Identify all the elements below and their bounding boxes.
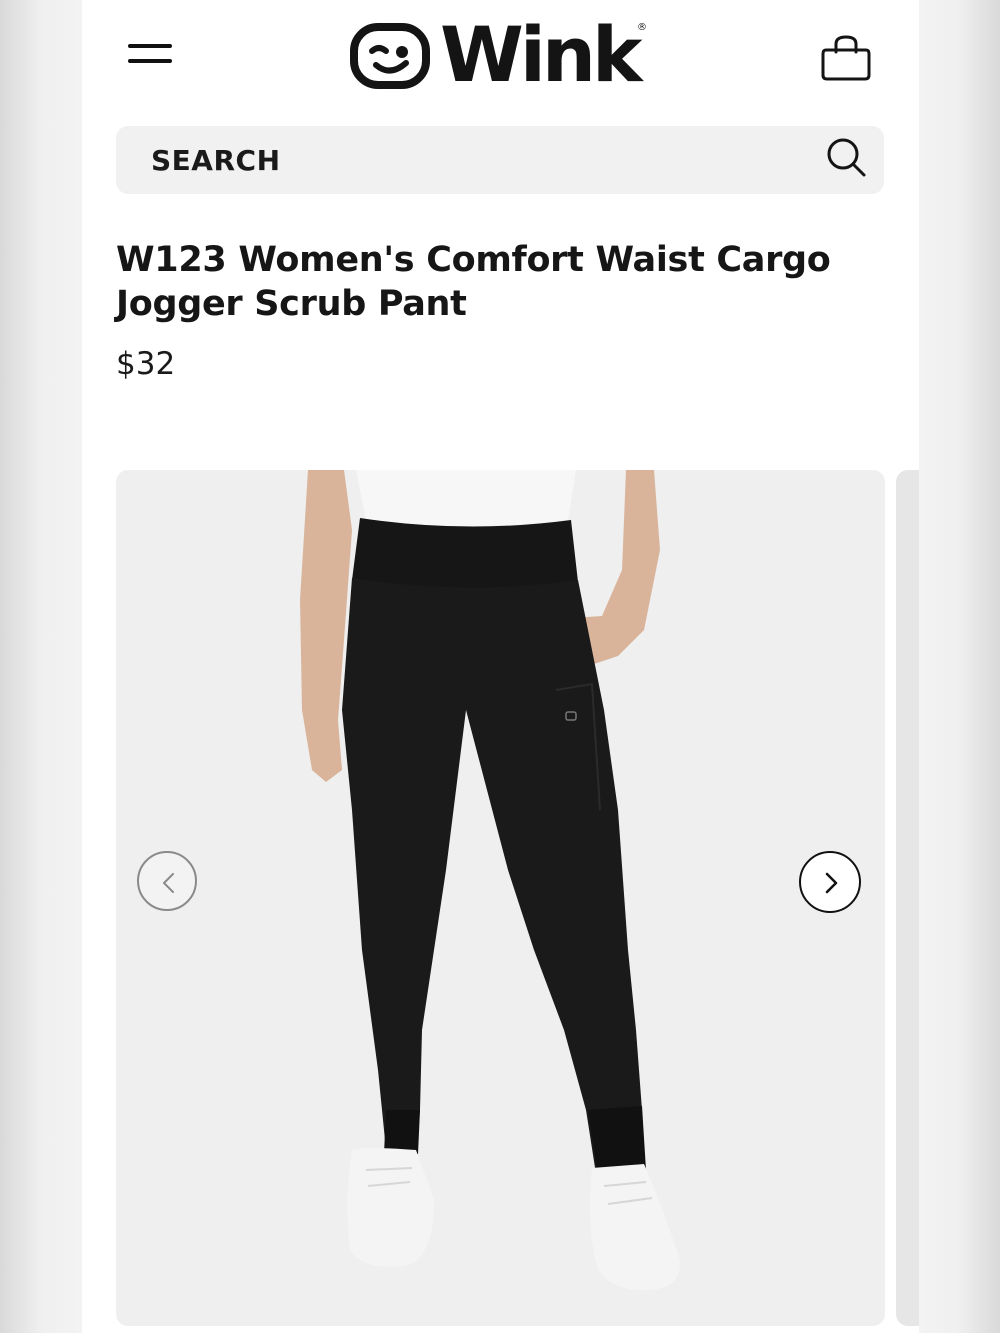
search-bar[interactable]: SEARCH — [116, 126, 884, 194]
gallery-previous-button[interactable] — [137, 851, 197, 911]
gallery-next-button[interactable] — [799, 851, 861, 913]
product-image — [300, 470, 681, 1291]
product-title: W123 Women's Comfort Waist Cargo Jogger … — [116, 240, 831, 324]
wink-face-icon — [350, 23, 430, 89]
product-price: $32 — [116, 346, 176, 382]
shopping-bag-button[interactable] — [820, 34, 872, 82]
shopping-bag-icon — [821, 35, 871, 81]
hamburger-menu-button[interactable] — [128, 44, 172, 66]
next-image-peek[interactable] — [896, 470, 919, 1326]
chevron-left-icon — [163, 873, 174, 893]
registered-mark: ® — [637, 22, 647, 33]
product-image-gallery[interactable] — [116, 470, 885, 1326]
search-input[interactable]: SEARCH — [151, 144, 281, 177]
menu-line — [128, 44, 172, 48]
menu-line — [128, 59, 172, 63]
search-icon[interactable] — [825, 136, 869, 180]
wink-logo[interactable]: Wink ® — [350, 10, 670, 99]
product-page: Wink ® SEARCH W123 Women's Comfort Waist… — [82, 0, 919, 1333]
chevron-right-icon — [825, 872, 838, 894]
logo-wordmark: Wink — [440, 10, 643, 99]
